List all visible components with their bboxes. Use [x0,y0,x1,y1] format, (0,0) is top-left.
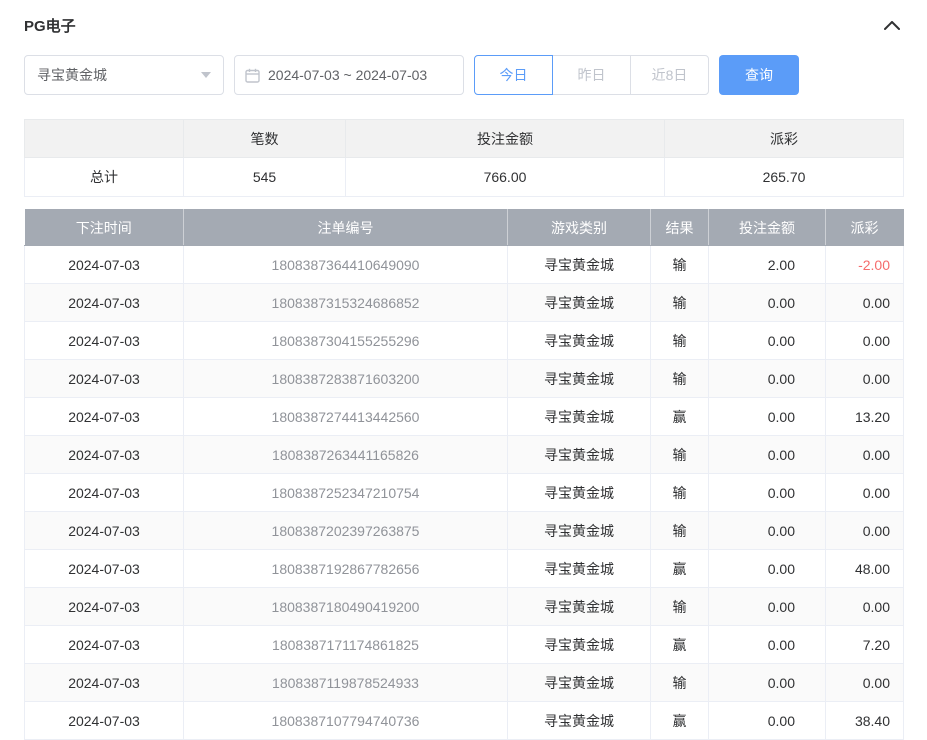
table-row: 2024-07-03 1808387364410649090 寻宝黄金城 输 2… [25,246,904,284]
summary-header-row: 笔数 投注金额 派彩 [25,120,904,158]
table-row: 2024-07-03 1808387202397263875 寻宝黄金城 输 0… [25,512,904,550]
summary-header-payout: 派彩 [665,120,904,158]
chevron-down-icon [201,72,211,78]
today-button[interactable]: 今日 [474,55,553,95]
summary-header-count: 笔数 [184,120,346,158]
calendar-icon [245,68,260,83]
game-select[interactable]: 寻宝黄金城 [24,55,224,95]
pg-panel: PG电子 寻宝黄金城 2024-07-03 ~ 2024-07-03 今日 昨日… [0,0,927,740]
table-row: 2024-07-03 1808387252347210754 寻宝黄金城 输 0… [25,474,904,512]
table-row: 2024-07-03 1808387107794740736 寻宝黄金城 赢 0… [25,702,904,740]
game-select-value: 寻宝黄金城 [37,65,107,85]
table-row: 2024-07-03 1808387274413442560 寻宝黄金城 赢 0… [25,398,904,436]
panel-title: PG电子 [24,15,76,36]
summary-header-bet-amount: 投注金额 [346,120,665,158]
table-row: 2024-07-03 1808387180490419200 寻宝黄金城 输 0… [25,588,904,626]
table-row: 2024-07-03 1808387119878524933 寻宝黄金城 输 0… [25,664,904,702]
last-8-days-button[interactable]: 近8日 [630,55,709,95]
quick-date-button-group: 今日 昨日 近8日 [474,55,709,95]
header-game-type: 游戏类别 [508,210,651,246]
summary-total-count: 545 [184,158,346,197]
summary-total-bet-amount: 766.00 [346,158,665,197]
summary-total-row: 总计 545 766.00 265.70 [25,158,904,197]
filter-bar: 寻宝黄金城 2024-07-03 ~ 2024-07-03 今日 昨日 近8日 … [24,55,903,95]
collapse-panel-button[interactable] [881,14,903,36]
date-range-value: 2024-07-03 ~ 2024-07-03 [268,67,427,83]
header-bet-amount: 投注金额 [709,210,826,246]
bet-records-table: 下注时间 注单编号 游戏类别 结果 投注金额 派彩 2024-07-03 180… [24,209,904,740]
yesterday-button[interactable]: 昨日 [552,55,631,95]
summary-total-label: 总计 [25,158,184,197]
summary-table: 笔数 投注金额 派彩 总计 545 766.00 265.70 [24,119,904,197]
bet-table-body: 2024-07-03 1808387364410649090 寻宝黄金城 输 2… [25,246,904,740]
table-row: 2024-07-03 1808387263441165826 寻宝黄金城 输 0… [25,436,904,474]
bet-table-header-row: 下注时间 注单编号 游戏类别 结果 投注金额 派彩 [25,210,904,246]
panel-header: PG电子 [24,10,903,40]
table-row: 2024-07-03 1808387315324686852 寻宝黄金城 输 0… [25,284,904,322]
table-row: 2024-07-03 1808387283871603200 寻宝黄金城 输 0… [25,360,904,398]
header-bet-date: 下注时间 [25,210,184,246]
header-result: 结果 [651,210,709,246]
date-range-input[interactable]: 2024-07-03 ~ 2024-07-03 [234,55,464,95]
table-row: 2024-07-03 1808387192867782656 寻宝黄金城 赢 0… [25,550,904,588]
header-payout: 派彩 [826,210,904,246]
table-row: 2024-07-03 1808387304155255296 寻宝黄金城 输 0… [25,322,904,360]
chevron-up-icon [884,21,900,30]
summary-total-payout: 265.70 [665,158,904,197]
table-row: 2024-07-03 1808387171174861825 寻宝黄金城 赢 0… [25,626,904,664]
header-bet-id: 注单编号 [184,210,508,246]
search-button[interactable]: 查询 [719,55,799,95]
summary-header-blank [25,120,184,158]
